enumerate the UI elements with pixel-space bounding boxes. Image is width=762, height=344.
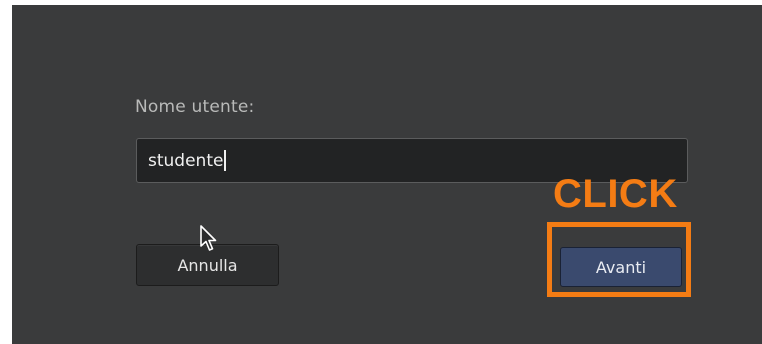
click-annotation-label: CLICK xyxy=(553,172,678,216)
username-label: Nome utente: xyxy=(135,97,255,117)
click-highlight-box xyxy=(547,222,691,297)
mouse-pointer-icon xyxy=(200,225,217,251)
cancel-button-label: Annulla xyxy=(177,255,238,275)
username-value: studente xyxy=(148,150,224,171)
text-caret xyxy=(224,150,227,171)
